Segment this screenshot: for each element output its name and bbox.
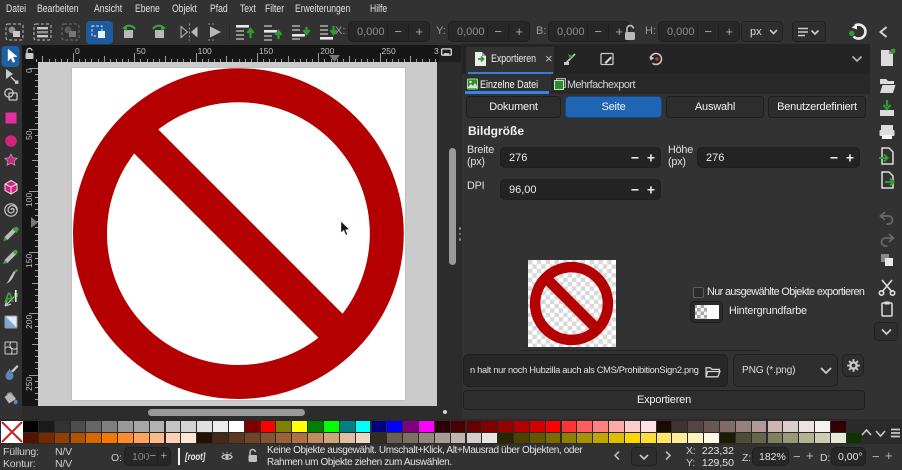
svg-text:A: A <box>4 289 14 305</box>
